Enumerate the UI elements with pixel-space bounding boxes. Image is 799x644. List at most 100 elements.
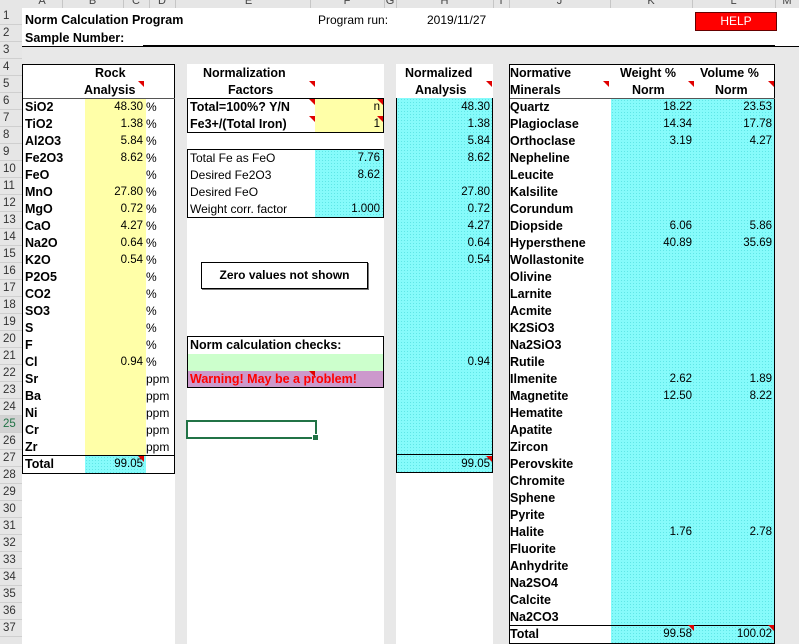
mineral-name: Acmite xyxy=(510,304,552,318)
oxide-label: Al2O3 xyxy=(25,134,62,148)
mineral-volume: 1.89 xyxy=(749,373,772,385)
oxide-value[interactable]: 48.30 xyxy=(85,99,143,116)
row-header-18[interactable]: 18 xyxy=(0,297,22,314)
row-header-19[interactable]: 19 xyxy=(0,314,22,331)
column-header-f[interactable]: F xyxy=(310,0,385,8)
row-header-6[interactable]: 6 xyxy=(0,93,22,110)
column-header-b[interactable]: B xyxy=(62,0,124,8)
column-header-l[interactable]: L xyxy=(692,0,776,8)
oxide-label: Fe2O3 xyxy=(25,151,64,165)
column-header-k[interactable]: K xyxy=(610,0,693,8)
column-header-h[interactable]: H xyxy=(396,0,494,8)
row-header-2[interactable]: 2 xyxy=(0,25,22,42)
row-header-29[interactable]: 29 xyxy=(0,484,22,501)
row-header-4[interactable]: 4 xyxy=(0,59,22,76)
oxide-value[interactable]: 1.38 xyxy=(85,116,143,133)
mineral-volume: 5.86 xyxy=(749,220,772,232)
unit-label: ppm xyxy=(146,406,170,420)
weight-total: 99.58 xyxy=(663,628,692,640)
oxide-value[interactable]: 4.27 xyxy=(85,218,143,235)
column-header-i[interactable]: I xyxy=(493,0,510,8)
row-header-31[interactable]: 31 xyxy=(0,518,22,535)
row-header-3[interactable]: 3 xyxy=(0,42,22,59)
row-header-16[interactable]: 16 xyxy=(0,263,22,280)
row-header-35[interactable]: 35 xyxy=(0,586,22,603)
row-header-24[interactable]: 24 xyxy=(0,399,22,416)
row-header-26[interactable]: 26 xyxy=(0,433,22,450)
row-header-7[interactable]: 7 xyxy=(0,110,22,127)
comment-indicator xyxy=(486,456,492,462)
mineral-name: Hypersthene xyxy=(510,236,586,250)
unit-label: % xyxy=(146,202,157,216)
row-header-8[interactable]: 8 xyxy=(0,127,22,144)
row-header-21[interactable]: 21 xyxy=(0,348,22,365)
factor-label: Desired Fe2O3 xyxy=(190,168,272,182)
row-header-27[interactable]: 27 xyxy=(0,450,22,467)
weight-head-1: Weight % xyxy=(620,66,677,80)
column-header-c[interactable]: C xyxy=(123,0,150,8)
oxide-value[interactable]: 0.64 xyxy=(85,235,143,252)
comment-indicator xyxy=(603,81,609,87)
oxide-label: Sr xyxy=(25,372,39,386)
unit-label: % xyxy=(146,117,157,131)
help-button[interactable]: HELP xyxy=(695,12,777,31)
row-header-30[interactable]: 30 xyxy=(0,501,22,518)
column-header-d[interactable]: D xyxy=(149,0,176,8)
oxide-value[interactable]: 0.54 xyxy=(85,252,143,269)
row-header-15[interactable]: 15 xyxy=(0,246,22,263)
fe-ratio-value[interactable]: 1 xyxy=(330,116,380,133)
column-header-a[interactable]: A xyxy=(22,0,63,8)
oxide-value[interactable]: 8.62 xyxy=(85,150,143,167)
oxide-value[interactable]: 27.80 xyxy=(85,184,143,201)
oxide-label: Zr xyxy=(25,440,38,454)
row-header-13[interactable]: 13 xyxy=(0,212,22,229)
unit-label: % xyxy=(146,236,157,250)
row-header-37[interactable]: 37 xyxy=(0,620,22,637)
factor-value: 8.62 xyxy=(357,169,380,181)
column-header-m[interactable]: M xyxy=(775,0,799,8)
total100-value[interactable]: n xyxy=(330,99,380,116)
normalized-head-2: Analysis xyxy=(415,83,467,97)
row-header-17[interactable]: 17 xyxy=(0,280,22,297)
row-header-36[interactable]: 36 xyxy=(0,603,22,620)
oxide-label: S xyxy=(25,321,34,335)
gap-strip xyxy=(175,47,187,644)
row-header-11[interactable]: 11 xyxy=(0,178,22,195)
oxide-label: SO3 xyxy=(25,304,51,318)
oxide-value[interactable]: 0.94 xyxy=(85,354,143,371)
fe-ratio-label: Fe3+/(Total Iron) xyxy=(190,117,287,131)
column-header-e[interactable]: E xyxy=(187,0,311,8)
factor-label: Total Fe as FeO xyxy=(190,151,276,165)
row-header-1[interactable]: 1 xyxy=(0,8,22,25)
row-header-22[interactable]: 22 xyxy=(0,365,22,382)
blank-area xyxy=(187,474,384,644)
normalized-value: 0.64 xyxy=(467,237,490,249)
row-header-33[interactable]: 33 xyxy=(0,552,22,569)
sample-number-field[interactable] xyxy=(143,45,775,46)
row-header-10[interactable]: 10 xyxy=(0,161,22,178)
mineral-name: Larnite xyxy=(510,287,552,301)
oxide-label: P2O5 xyxy=(25,270,57,284)
mineral-weight: 6.06 xyxy=(669,220,692,232)
row-header-12[interactable]: 12 xyxy=(0,195,22,212)
row-header-25[interactable]: 25 xyxy=(0,416,22,433)
oxide-value[interactable]: 0.72 xyxy=(85,201,143,218)
mineral-name: Zircon xyxy=(510,440,549,454)
row-header-5[interactable]: 5 xyxy=(0,76,22,93)
row-header-32[interactable]: 32 xyxy=(0,535,22,552)
row-header-28[interactable]: 28 xyxy=(0,467,22,484)
row-header-9[interactable]: 9 xyxy=(0,144,22,161)
mineral-name: Ilmenite xyxy=(510,372,558,386)
selected-cell-e25[interactable] xyxy=(186,420,319,441)
unit-label: % xyxy=(146,321,157,335)
oxide-value[interactable]: 5.84 xyxy=(85,133,143,150)
row-header-34[interactable]: 34 xyxy=(0,569,22,586)
row-header-14[interactable]: 14 xyxy=(0,229,22,246)
comment-indicator xyxy=(138,81,144,87)
comment-indicator xyxy=(377,99,383,105)
unit-label: % xyxy=(146,253,157,267)
row-header-20[interactable]: 20 xyxy=(0,331,22,348)
column-header-j[interactable]: J xyxy=(509,0,611,8)
row-header-23[interactable]: 23 xyxy=(0,382,22,399)
oxide-label: MnO xyxy=(25,185,53,199)
